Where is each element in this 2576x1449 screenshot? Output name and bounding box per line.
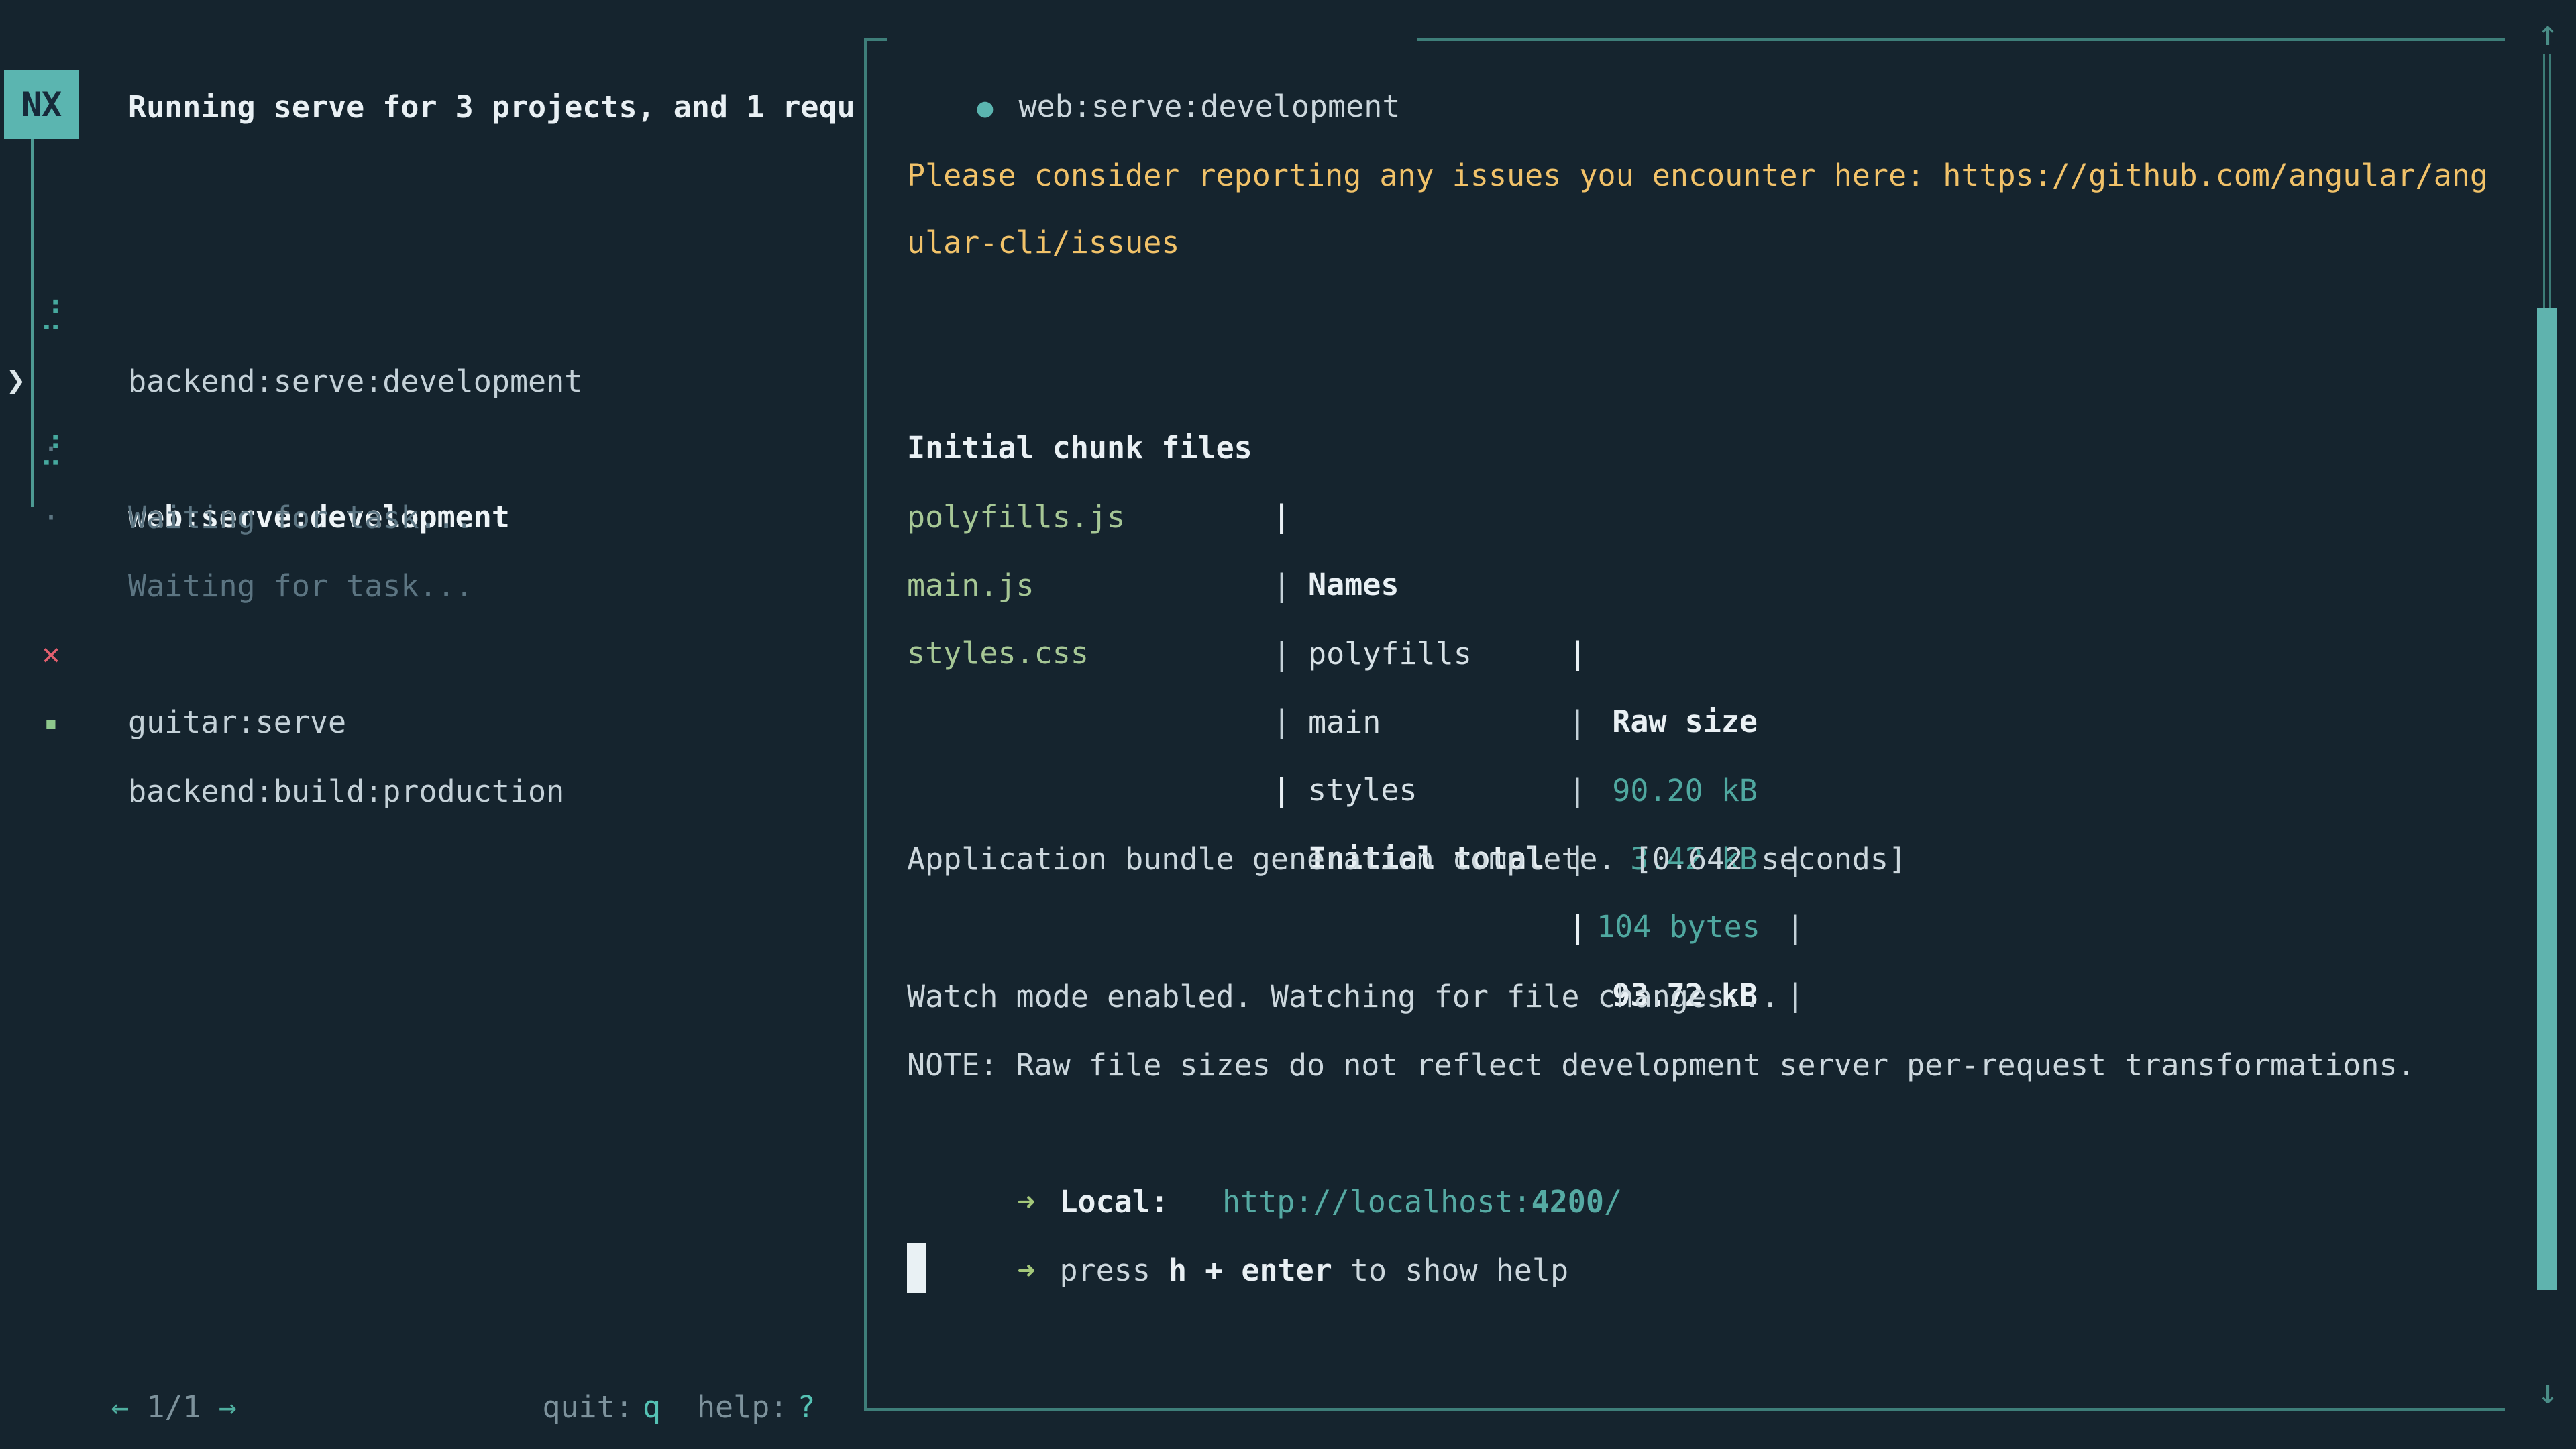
initial-total-row: | Initial total | 93.72 kB [0,688,2576,756]
page-indicator: 1/1 [146,1389,201,1425]
chunk-table-row: polyfills.js | polyfills | 90.20 kB | [0,415,2576,483]
bundle-complete-line: Application bundle generation complete. … [907,825,1907,894]
scrollbar-thumb[interactable] [2537,308,2557,1290]
output-panel-title-text: web:serve:development [1018,89,1400,124]
column-divider: | [1786,961,1805,1030]
task-row[interactable]: ⣘ backend:serve:development [0,211,859,279]
run-summary-title: Running serve for 3 projects, and 1 requ [128,73,855,142]
nx-tui-screen: NX Running serve for 3 projects, and 1 r… [0,0,2576,1449]
running-status-dot-icon: ● [977,93,993,123]
hint-suffix: to show help [1332,1252,1568,1288]
chunk-table-header: Initial chunk files | Names | Raw size [0,345,2576,414]
task-label: backend:build:production [128,757,564,826]
chunk-name: polyfills [1308,620,1472,688]
scrollbar-track[interactable] [2543,54,2545,308]
hint-keys: h + enter [1169,1252,1332,1288]
chunk-name: styles [1308,756,1417,824]
chunk-table-row: main.js | main | 3.42 kB | [0,483,2576,551]
quit-label: quit: [542,1389,633,1425]
notice-line: ular-cli/issues [907,209,1179,277]
chunk-file: styles.css [907,619,1089,688]
column-divider: | [1273,756,1291,824]
chunk-size: 90.20 kB [1597,757,1758,825]
watch-mode-line: Watch mode enabled. Watching for file ch… [907,963,1779,1031]
chunk-table-row: styles.css | styles | 104 bytes | [0,551,2576,619]
column-divider: | [1568,619,1587,688]
output-panel-title: ●web:serve:development [887,4,1417,72]
pagination: ←1/1→ [38,1305,237,1373]
chunk-size: 104 bytes [1597,893,1758,961]
column-divider: | [1568,757,1587,825]
hint-prefix: press [1059,1252,1169,1288]
local-url-line: ➜Local:http://localhost:4200/ [945,1099,1622,1168]
task-row-selected[interactable]: ❯ ⣘ web:serve:development [0,278,859,346]
scroll-up-arrow-icon[interactable]: ↑ [2529,3,2567,64]
help-label: help: [697,1389,788,1425]
nx-logo-badge: NX [4,70,79,139]
column-divider: | [1273,620,1291,688]
page-prev-arrow[interactable]: ← [111,1389,129,1425]
help-key: ? [797,1389,815,1425]
note-line: NOTE: Raw file sizes do not reflect deve… [907,1031,2416,1099]
page-next-arrow[interactable]: → [219,1389,237,1425]
help-hint-line: ➜press h + enter to show help [945,1168,1568,1236]
task-row-success[interactable]: ▪ backend:build:production [0,621,859,689]
keyboard-shortcuts: quit:qhelp:? [470,1305,798,1373]
column-divider: | [1786,894,1805,962]
notice-line: Please consider reporting any issues you… [907,142,2488,210]
prompt-arrow-icon: ➜ [1017,1252,1035,1288]
terminal-cursor [907,1243,926,1293]
quit-key: q [643,1389,661,1425]
scrollbar-track[interactable] [2549,54,2551,308]
scroll-down-arrow-icon[interactable]: ↓ [2529,1362,2567,1422]
column-divider: | [1568,893,1587,961]
